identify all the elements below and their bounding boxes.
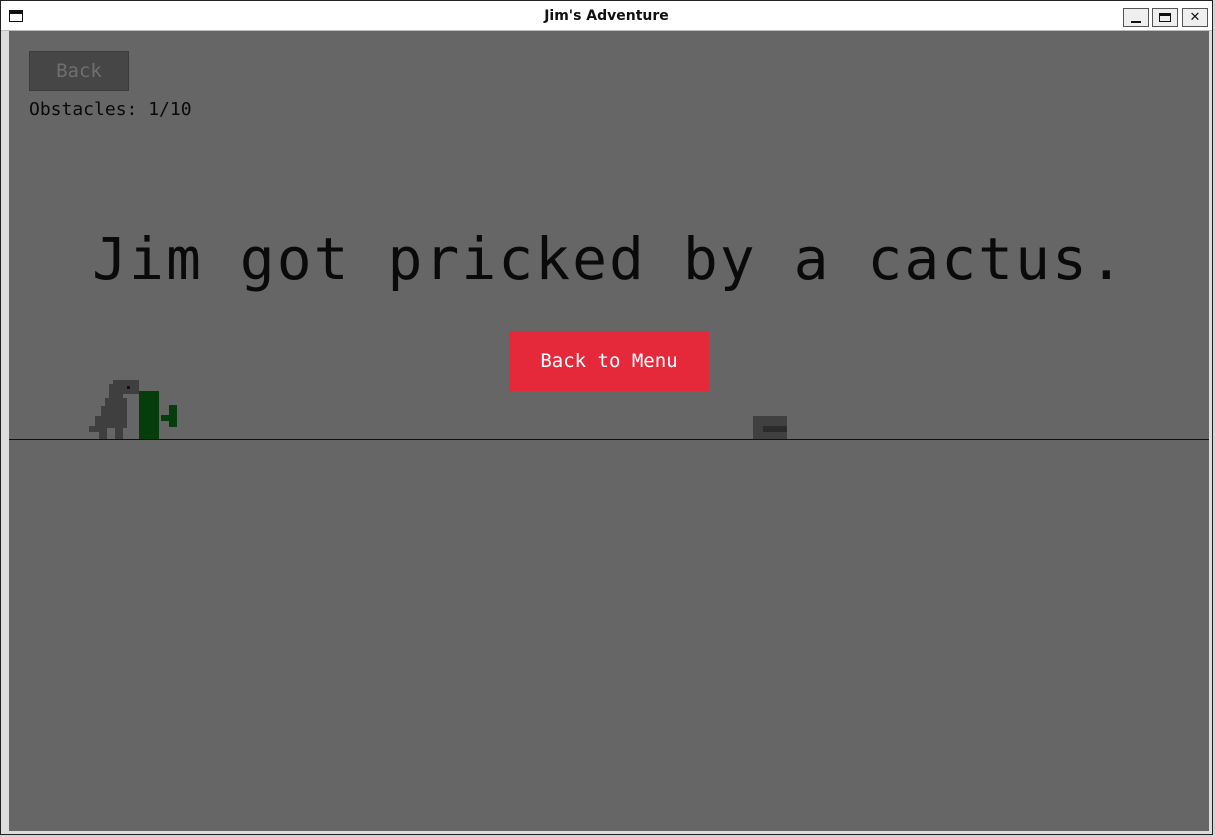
- dino-sprite: [89, 380, 139, 440]
- close-button[interactable]: ✕: [1182, 8, 1208, 27]
- ground-line: [9, 439, 1209, 440]
- minimize-icon: [1131, 20, 1141, 23]
- title-bar[interactable]: Jim's Adventure ✕: [1, 1, 1212, 31]
- maximize-button[interactable]: [1152, 8, 1178, 27]
- rock-sprite: [753, 416, 787, 439]
- close-icon: ✕: [1189, 10, 1201, 25]
- maximize-icon: [1159, 13, 1171, 22]
- back-button[interactable]: Back: [29, 51, 129, 91]
- game-canvas: Back Obstacles: 1/10 Jim got pricked by …: [9, 31, 1209, 831]
- app-window: Jim's Adventure ✕ Back Obstacles: 1/10 J…: [0, 0, 1213, 835]
- back-to-menu-button[interactable]: Back to Menu: [509, 331, 709, 391]
- game-over-message: Jim got pricked by a cactus.: [92, 225, 1126, 293]
- window-title: Jim's Adventure: [544, 8, 669, 24]
- obstacles-counter: Obstacles: 1/10: [29, 99, 192, 120]
- cactus-sprite: [139, 391, 177, 440]
- minimize-button[interactable]: [1123, 8, 1149, 27]
